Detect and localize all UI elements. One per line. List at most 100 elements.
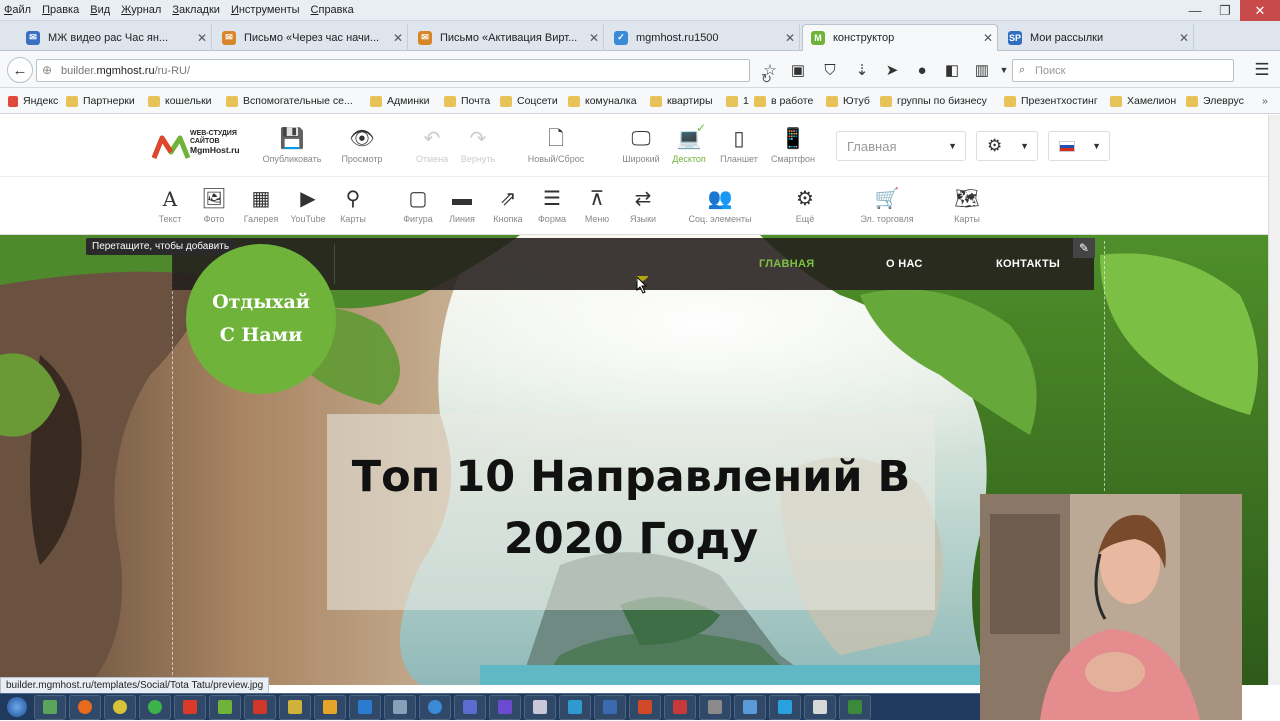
- widget-youtube[interactable]: ▶ YouTube: [286, 187, 330, 224]
- bookmark-folder[interactable]: Соцсети: [500, 95, 558, 107]
- extension-icon[interactable]: ◧: [940, 58, 964, 82]
- nav-link-contacts[interactable]: КОНТАКТЫ: [996, 258, 1060, 270]
- taskbar-app-icon[interactable]: [559, 694, 591, 720]
- back-button[interactable]: ←: [7, 57, 33, 83]
- close-tab-icon[interactable]: ✕: [389, 31, 407, 45]
- menu-file[interactable]: Файл: [4, 4, 31, 16]
- close-tab-icon[interactable]: ✕: [585, 31, 603, 45]
- bookmark-folder[interactable]: в работе: [754, 95, 813, 107]
- browser-tab[interactable]: ✉ Письмо «Через час начи... ✕: [214, 24, 408, 51]
- bookmark-folder[interactable]: Ютуб: [826, 95, 870, 107]
- publish-button[interactable]: 💾 Опубликовать: [256, 127, 328, 164]
- clipboard-icon[interactable]: ▥: [970, 58, 994, 82]
- desktop-view-button[interactable]: 💻 Десктоп ✓: [666, 121, 712, 164]
- widget-ecommerce[interactable]: 🛒 Эл. торговля: [852, 187, 922, 224]
- widget-maps[interactable]: 🗺 Карты: [946, 187, 988, 224]
- undo-button[interactable]: ↶ Отмена: [412, 127, 452, 164]
- taskbar-app-icon[interactable]: [804, 694, 836, 720]
- start-button[interactable]: [0, 694, 34, 721]
- taskbar-app-icon[interactable]: [699, 694, 731, 720]
- wide-view-button[interactable]: 🖵 Широкий: [618, 127, 664, 164]
- bookmark-folder[interactable]: комуналка: [568, 95, 637, 107]
- taskbar-app-icon[interactable]: [524, 694, 556, 720]
- taskbar-app-icon[interactable]: [209, 694, 241, 720]
- bookmark-star-icon[interactable]: ☆: [758, 58, 782, 82]
- close-tab-icon[interactable]: ✕: [193, 31, 211, 45]
- hero-title[interactable]: Топ 10 Направлений В 2020 Году: [327, 446, 935, 570]
- menu-view[interactable]: Вид: [90, 4, 110, 16]
- bookmark-folder[interactable]: Вспомогательные се...: [226, 95, 353, 107]
- taskbar-firefox-icon[interactable]: [69, 694, 101, 720]
- widget-form[interactable]: ☰ Форма: [532, 187, 572, 224]
- bookmark-folder[interactable]: квартиры: [650, 95, 713, 107]
- bookmark-folder[interactable]: Хамелион: [1110, 95, 1176, 107]
- taskbar-app-icon[interactable]: [489, 694, 521, 720]
- widget-photo[interactable]: 🖼 Фото: [196, 187, 232, 224]
- taskbar-app-icon[interactable]: [384, 694, 416, 720]
- widget-gallery[interactable]: ▦ Галерея: [240, 187, 282, 224]
- nav-link-about[interactable]: О НАС: [886, 258, 923, 270]
- widget-map[interactable]: ⚲ Карты: [334, 187, 372, 224]
- bookmark-folder[interactable]: группы по бизнесу: [880, 95, 987, 107]
- bookmark-item[interactable]: Яндекс: [8, 95, 58, 107]
- edit-pencil-icon[interactable]: ✎: [1073, 238, 1095, 258]
- taskbar-app-icon[interactable]: [34, 694, 66, 720]
- taskbar-app-icon[interactable]: [454, 694, 486, 720]
- download-icon[interactable]: ⇣: [850, 58, 874, 82]
- menu-help[interactable]: Справка: [311, 4, 354, 16]
- language-dropdown[interactable]: ▼: [1048, 131, 1110, 161]
- send-icon[interactable]: ➤: [880, 58, 904, 82]
- close-window-button[interactable]: ✕: [1240, 0, 1280, 21]
- chat-icon[interactable]: ●: [910, 58, 934, 82]
- close-tab-icon[interactable]: ✕: [1175, 31, 1193, 45]
- taskbar-app-icon[interactable]: [349, 694, 381, 720]
- menu-history[interactable]: Журнал: [121, 4, 161, 16]
- widget-social[interactable]: 👥 Соц. элементы: [682, 187, 758, 224]
- taskbar-app-icon[interactable]: [839, 694, 871, 720]
- taskbar-app-icon[interactable]: [664, 694, 696, 720]
- browser-tab[interactable]: SP Мои рассылки ✕: [1000, 24, 1194, 51]
- bookmark-folder[interactable]: 1: [726, 95, 749, 107]
- bookmark-folder[interactable]: Админки: [370, 95, 429, 107]
- bookmarks-overflow-icon[interactable]: »: [1262, 95, 1268, 107]
- taskbar-app-icon[interactable]: [629, 694, 661, 720]
- taskbar-app-icon[interactable]: [734, 694, 766, 720]
- new-reset-button[interactable]: 🗋 Новый/Сброс: [520, 127, 592, 164]
- widget-more[interactable]: ⚙ Ещё: [786, 187, 824, 224]
- brand-logo[interactable]: WEB-СТУДИЯ САЙТОВ MgmHost.ru: [152, 128, 252, 168]
- widget-shape[interactable]: ▢ Фигура: [398, 187, 438, 224]
- taskbar-app-icon[interactable]: [419, 694, 451, 720]
- taskbar-app-icon[interactable]: [174, 694, 206, 720]
- taskbar-app-icon[interactable]: [244, 694, 276, 720]
- taskbar-app-icon[interactable]: [594, 694, 626, 720]
- page-select[interactable]: Главная ▼: [836, 131, 966, 161]
- close-tab-icon[interactable]: ✕: [979, 31, 997, 45]
- settings-dropdown[interactable]: ⚙ ▼: [976, 131, 1038, 161]
- menu-bookmarks[interactable]: Закладки: [172, 4, 220, 16]
- widget-line[interactable]: ▬ Линия: [444, 187, 480, 224]
- menu-tools[interactable]: Инструменты: [231, 4, 300, 16]
- close-tab-icon[interactable]: ✕: [781, 31, 799, 45]
- browser-tab[interactable]: ✉ Письмо «Активация Вирт... ✕: [410, 24, 604, 51]
- minimize-button[interactable]: —: [1180, 0, 1210, 21]
- taskbar-chrome-icon[interactable]: [104, 694, 136, 720]
- browser-tab[interactable]: ✉ МЖ видео рас Час ян... ✕: [18, 24, 212, 51]
- search-input[interactable]: ⌕ Поиск: [1012, 59, 1234, 82]
- browser-tab-active[interactable]: M конструктор ✕: [802, 24, 998, 51]
- bookmark-folder[interactable]: кошельки: [148, 95, 212, 107]
- reading-list-icon[interactable]: ▣: [786, 58, 810, 82]
- page-scrollbar[interactable]: [1268, 115, 1280, 685]
- taskbar-app-icon[interactable]: [769, 694, 801, 720]
- maximize-button[interactable]: ❐: [1210, 0, 1240, 21]
- taskbar-app-icon[interactable]: [139, 694, 171, 720]
- smartphone-view-button[interactable]: 📱 Смартфон: [766, 127, 820, 164]
- redo-button[interactable]: ↷ Вернуть: [456, 127, 500, 164]
- taskbar-app-icon[interactable]: [279, 694, 311, 720]
- bookmark-folder[interactable]: Презентхостинг: [1004, 95, 1098, 107]
- taskbar-app-icon[interactable]: [314, 694, 346, 720]
- bookmark-folder[interactable]: Партнерки: [66, 95, 135, 107]
- hamburger-menu-icon[interactable]: ☰: [1250, 58, 1274, 82]
- nav-link-home[interactable]: ГЛАВНАЯ: [759, 258, 814, 270]
- widget-button[interactable]: ⇗ Кнопка: [488, 187, 528, 224]
- url-bar[interactable]: ⊕ builder. mgmhost.ru/ru-RU/ ↻: [36, 59, 772, 86]
